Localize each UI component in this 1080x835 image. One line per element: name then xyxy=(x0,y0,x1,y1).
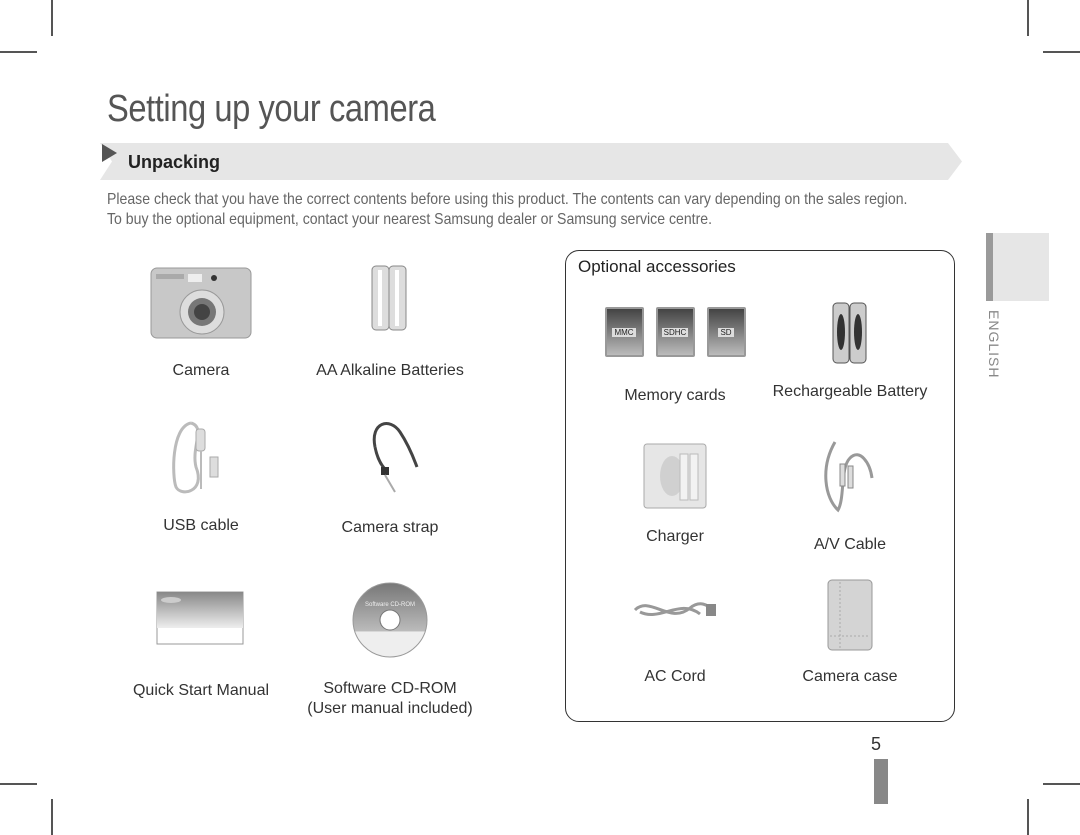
item-aa-batteries: AA Alkaline Batteries xyxy=(305,262,475,380)
card-label: MMC xyxy=(612,327,636,337)
item-label: Memory cards xyxy=(624,387,726,404)
item-av-cable: A/V Cable xyxy=(765,438,935,554)
item-label: Camera strap xyxy=(341,519,439,536)
item-usb-cable: USB cable xyxy=(130,417,272,535)
language-tab-marker xyxy=(986,233,993,301)
page-title: Setting up your camera xyxy=(107,88,436,130)
usb-cable-icon xyxy=(172,421,219,494)
camera-icon xyxy=(150,267,252,339)
crop-mark xyxy=(51,799,53,835)
camera-case-icon xyxy=(827,579,873,651)
item-label: Camera xyxy=(172,362,230,379)
item-label: Quick Start Manual xyxy=(132,682,270,699)
item-camera-case: Camera case xyxy=(765,578,935,686)
language-label: ENGLISH xyxy=(986,310,1002,379)
manual-icon xyxy=(156,591,244,645)
crop-mark xyxy=(0,51,37,53)
play-arrow-icon xyxy=(102,144,117,162)
item-label: A/V Cable xyxy=(813,536,887,553)
crop-mark xyxy=(1043,51,1080,53)
batteries-icon xyxy=(371,265,407,331)
item-camera-strap: Camera strap xyxy=(305,417,475,537)
memory-cards-icon: MMC SDHC SD xyxy=(595,307,755,357)
intro-line: To buy the optional equipment, contact y… xyxy=(107,211,712,228)
item-memory-cards: MMC SDHC SD Memory cards xyxy=(595,307,755,405)
item-label: Camera case xyxy=(802,668,898,685)
crop-mark xyxy=(1027,799,1029,835)
item-ac-cord: AC Cord xyxy=(595,590,755,686)
cd-rom-icon: Software CD-ROM xyxy=(352,582,428,658)
section-title: Unpacking xyxy=(128,152,221,172)
cd-label: Software CD-ROM xyxy=(365,602,415,608)
ac-cord-icon xyxy=(633,602,716,616)
av-cable-icon xyxy=(824,441,874,513)
crop-mark xyxy=(1043,783,1080,785)
rechargeable-battery-icon xyxy=(832,302,867,364)
card-label: SDHC xyxy=(661,327,689,337)
intro-line: Please check that you have the correct c… xyxy=(107,191,908,208)
charger-icon xyxy=(643,443,707,509)
item-label: AA Alkaline Batteries xyxy=(316,362,464,379)
item-charger: Charger xyxy=(595,442,755,546)
item-label: AC Cord xyxy=(644,668,706,685)
card-sdhc: SDHC xyxy=(655,307,695,357)
page-marker xyxy=(874,759,888,804)
item-software-cd-rom: Software CD-ROM Software CD-ROM (User ma… xyxy=(305,580,475,718)
item-label: Charger xyxy=(646,528,704,545)
section-header: Unpacking xyxy=(100,143,962,180)
strap-icon xyxy=(372,422,419,493)
language-tab xyxy=(986,233,1049,301)
crop-mark xyxy=(1027,0,1029,36)
page-number: 5 xyxy=(871,734,882,754)
item-label: USB cable xyxy=(163,517,239,534)
item-quick-start-manual: Quick Start Manual xyxy=(125,590,277,700)
item-label: Software CD-ROM xyxy=(323,680,457,697)
item-camera: Camera xyxy=(130,262,272,380)
item-sublabel: (User manual included) xyxy=(307,700,473,717)
card-label: SD xyxy=(718,327,734,337)
card-sd: SD xyxy=(706,307,746,357)
optional-accessories-title: Optional accessories xyxy=(578,257,736,276)
crop-mark xyxy=(51,0,53,36)
item-rechargeable-battery: Rechargeable Battery xyxy=(765,300,935,401)
item-label: Rechargeable Battery xyxy=(772,383,928,400)
card-mmc: MMC xyxy=(604,307,644,357)
section-band-shape xyxy=(100,143,962,180)
crop-mark xyxy=(0,783,37,785)
intro-text: Please check that you have the correct c… xyxy=(107,190,908,230)
